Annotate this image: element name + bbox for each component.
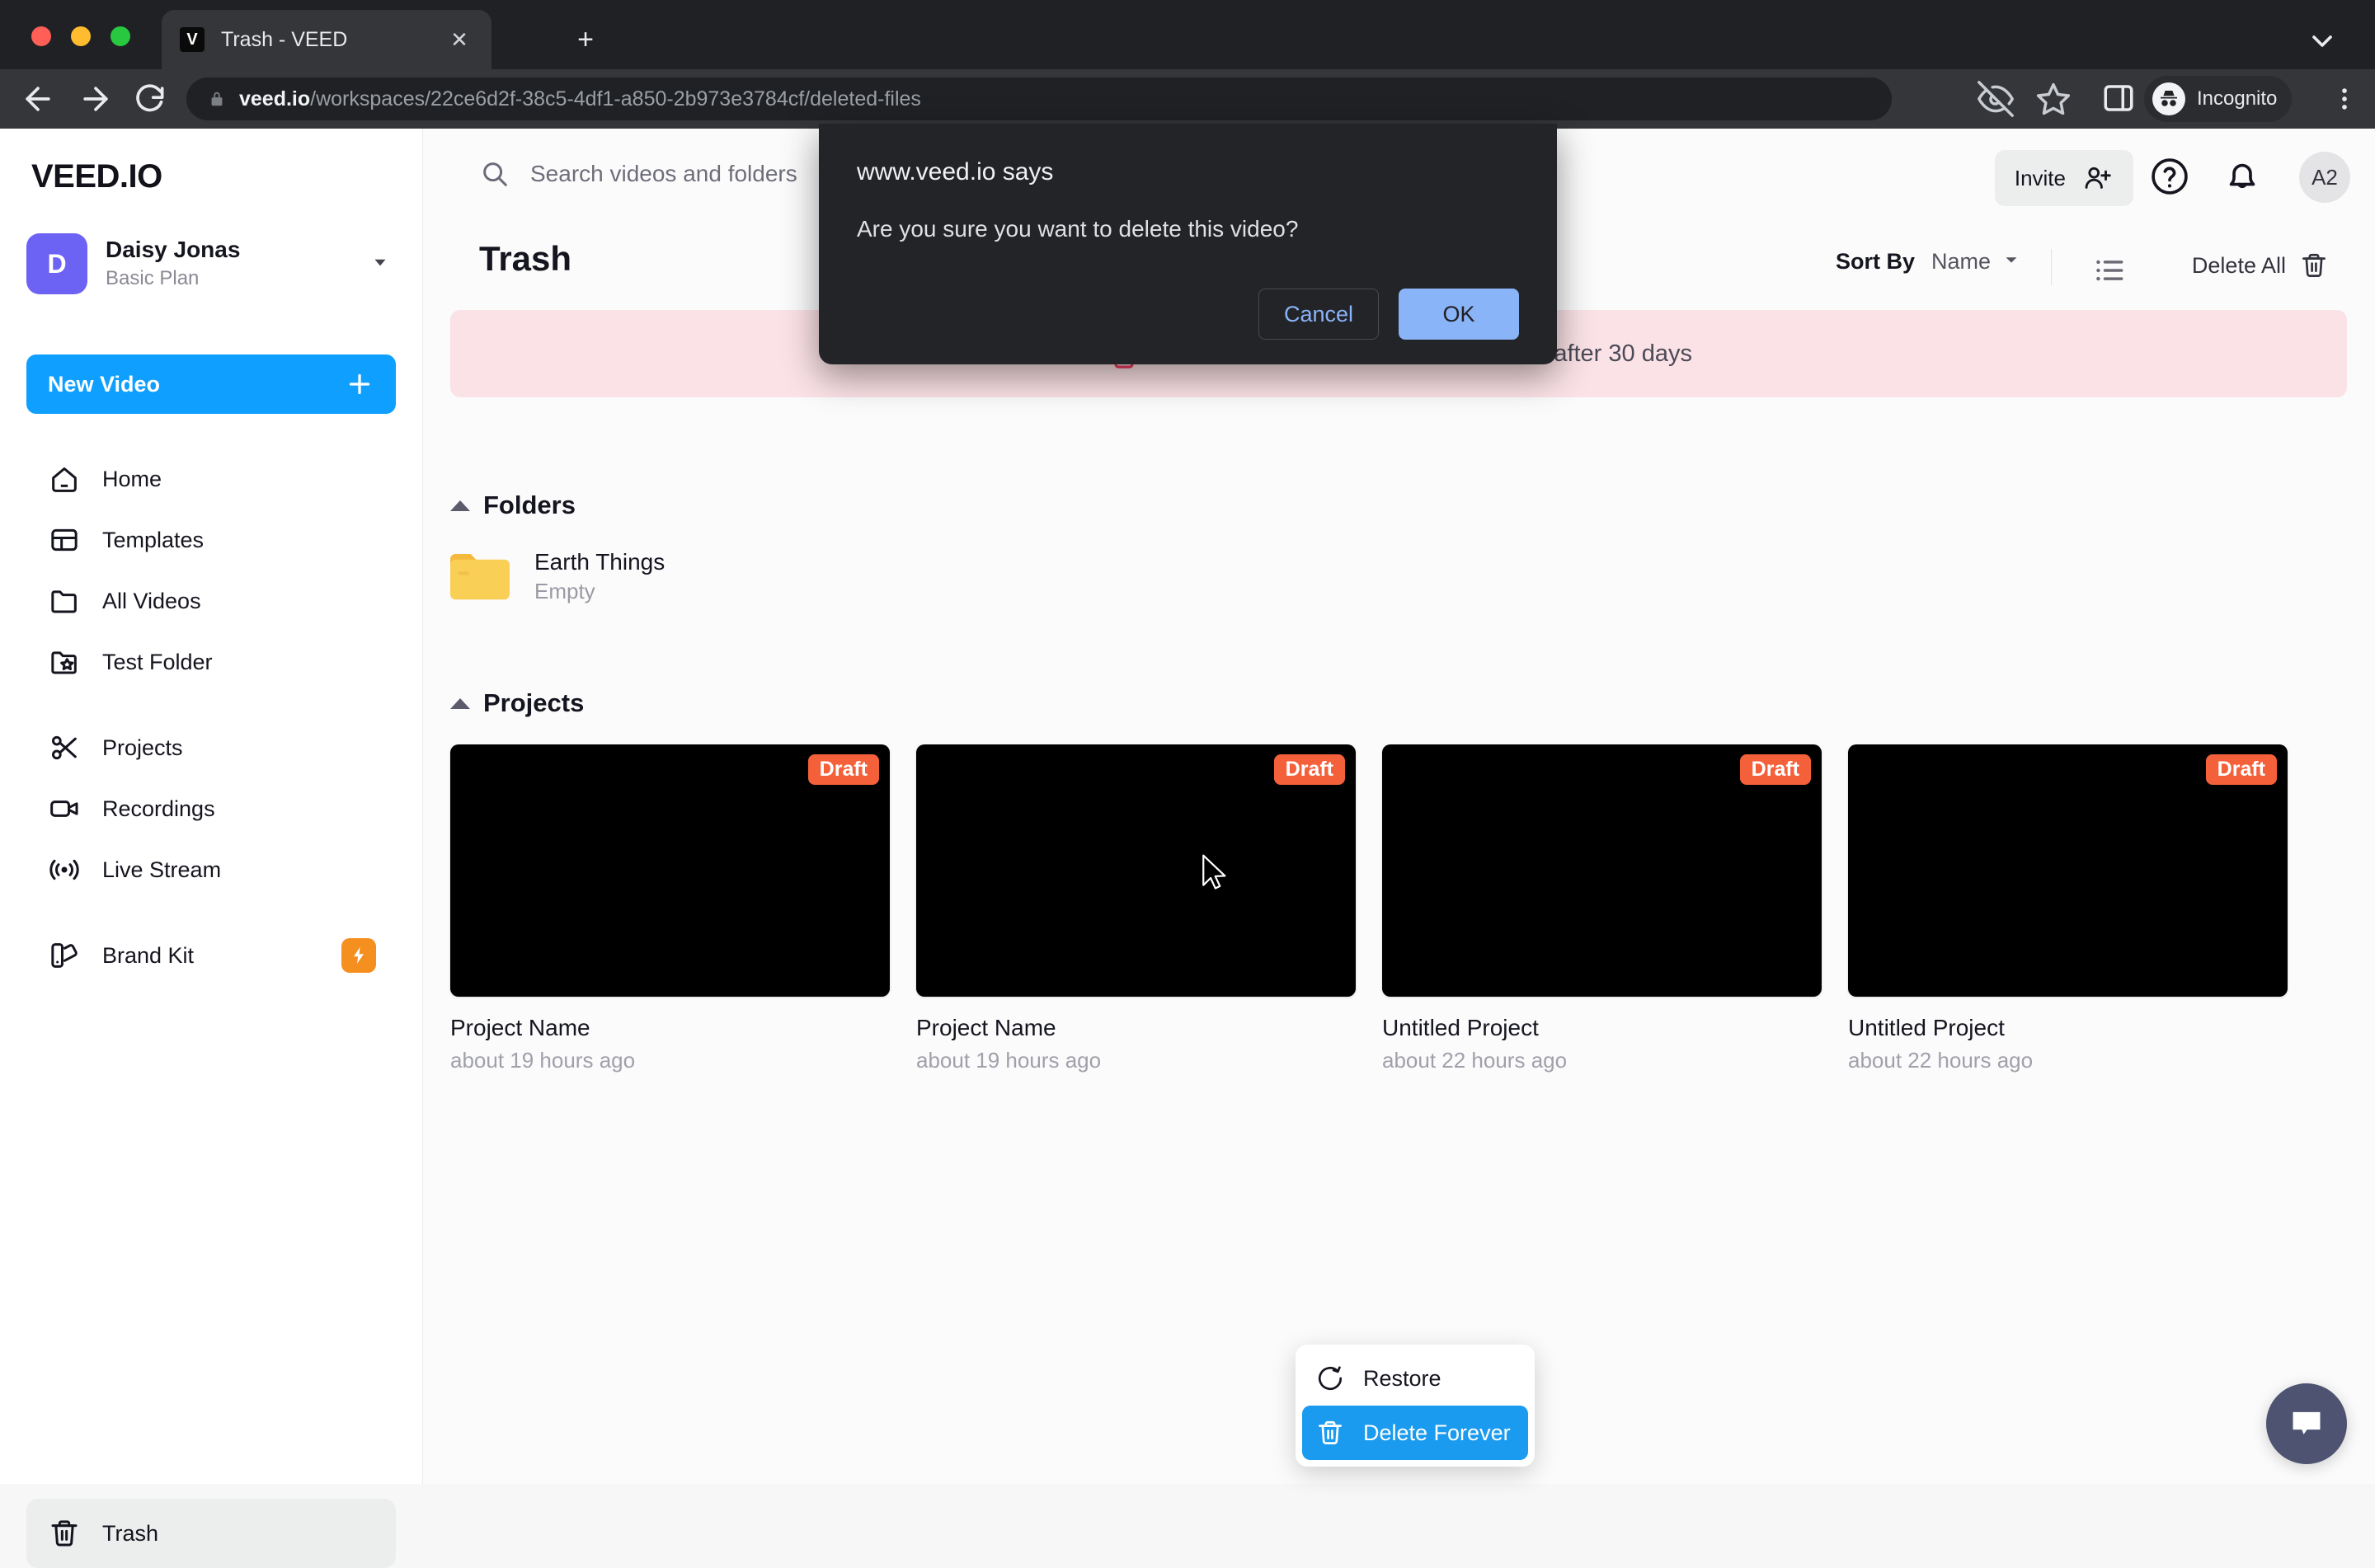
dialog-title: www.veed.io says [857,158,1519,186]
cancel-button[interactable]: Cancel [1258,289,1379,340]
sidebar-item-trash[interactable]: Trash [26,1499,396,1568]
ok-button[interactable]: OK [1399,289,1519,340]
sidebar-item-label: Trash [102,1521,158,1547]
javascript-alert-dialog: www.veed.io says Are you sure you want t… [819,124,1557,364]
dialog-actions: Cancel OK [857,289,1519,340]
dialog-message: Are you sure you want to delete this vid… [857,216,1519,242]
trash-icon [46,1515,82,1552]
dialog-overlay: www.veed.io says Are you sure you want t… [0,0,2375,1484]
browser-window: V Trash - VEED ✕ + veed.io/workspaces/22… [0,0,2375,1484]
